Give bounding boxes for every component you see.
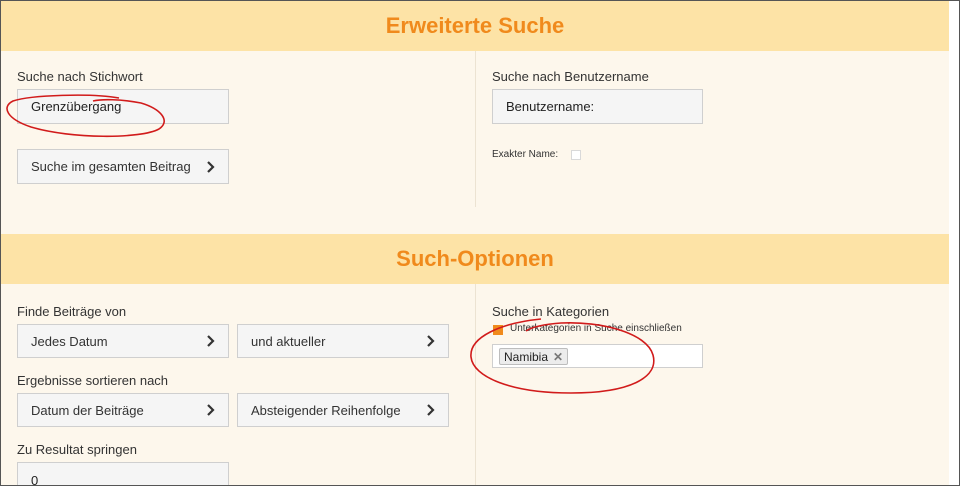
advanced-search-header: Erweiterte Suche	[1, 1, 949, 51]
date-select-value: Jedes Datum	[31, 333, 108, 349]
search-page: Erweiterte Suche Suche nach Stichwort Gr…	[0, 0, 960, 486]
search-scope-button[interactable]: Suche im gesamten Beitrag	[17, 149, 229, 184]
categories-label: Suche in Kategorien	[492, 304, 610, 319]
category-tag-label: Namibia	[504, 349, 549, 364]
chevron-right-icon	[427, 404, 435, 416]
search-options-title: Such-Optionen	[396, 246, 554, 271]
sort-field-select[interactable]: Datum der Beiträge	[17, 393, 229, 427]
keyword-input[interactable]: Grenzübergang	[17, 89, 229, 124]
jump-input-value: 0	[31, 473, 39, 486]
sort-order-value: Absteigender Reihenfolge	[251, 402, 401, 418]
subcategories-label: Unterkategorien in Suche einschließen	[510, 323, 682, 334]
column-divider-2	[475, 284, 476, 485]
keyword-label: Suche nach Stichwort	[17, 69, 143, 84]
search-scope-label: Suche im gesamten Beitrag	[31, 159, 191, 174]
keyword-input-value: Grenzübergang	[31, 99, 122, 114]
username-input[interactable]: Benutzername:	[492, 89, 703, 124]
close-icon[interactable]: ✕	[553, 350, 563, 364]
jump-input[interactable]: 0	[17, 462, 229, 486]
jump-label: Zu Resultat springen	[17, 442, 137, 457]
sort-order-select[interactable]: Absteigender Reihenfolge	[237, 393, 449, 427]
column-divider	[475, 51, 476, 207]
chevron-right-icon	[207, 404, 215, 416]
sort-label: Ergebnisse sortieren nach	[17, 373, 169, 388]
chevron-right-icon	[427, 335, 435, 347]
date-direction-value: und aktueller	[251, 333, 326, 349]
username-label: Suche nach Benutzername	[492, 69, 649, 84]
chevron-right-icon	[207, 160, 215, 173]
username-input-placeholder: Benutzername:	[506, 99, 595, 114]
subcategories-checkbox[interactable]	[493, 325, 503, 335]
exact-name-checkbox[interactable]	[571, 150, 581, 160]
date-direction-select[interactable]: und aktueller	[237, 324, 449, 358]
category-select[interactable]: Namibia ✕	[492, 344, 703, 368]
advanced-search-title: Erweiterte Suche	[385, 13, 565, 38]
section-gap	[1, 207, 949, 234]
exact-name-label: Exakter Name:	[492, 149, 559, 160]
category-tag: Namibia ✕	[499, 348, 569, 365]
find-posts-label: Finde Beiträge von	[17, 304, 127, 319]
search-options-header: Such-Optionen	[1, 234, 949, 284]
sort-field-value: Datum der Beiträge	[31, 402, 144, 418]
date-select[interactable]: Jedes Datum	[17, 324, 229, 358]
chevron-right-icon	[207, 335, 215, 347]
